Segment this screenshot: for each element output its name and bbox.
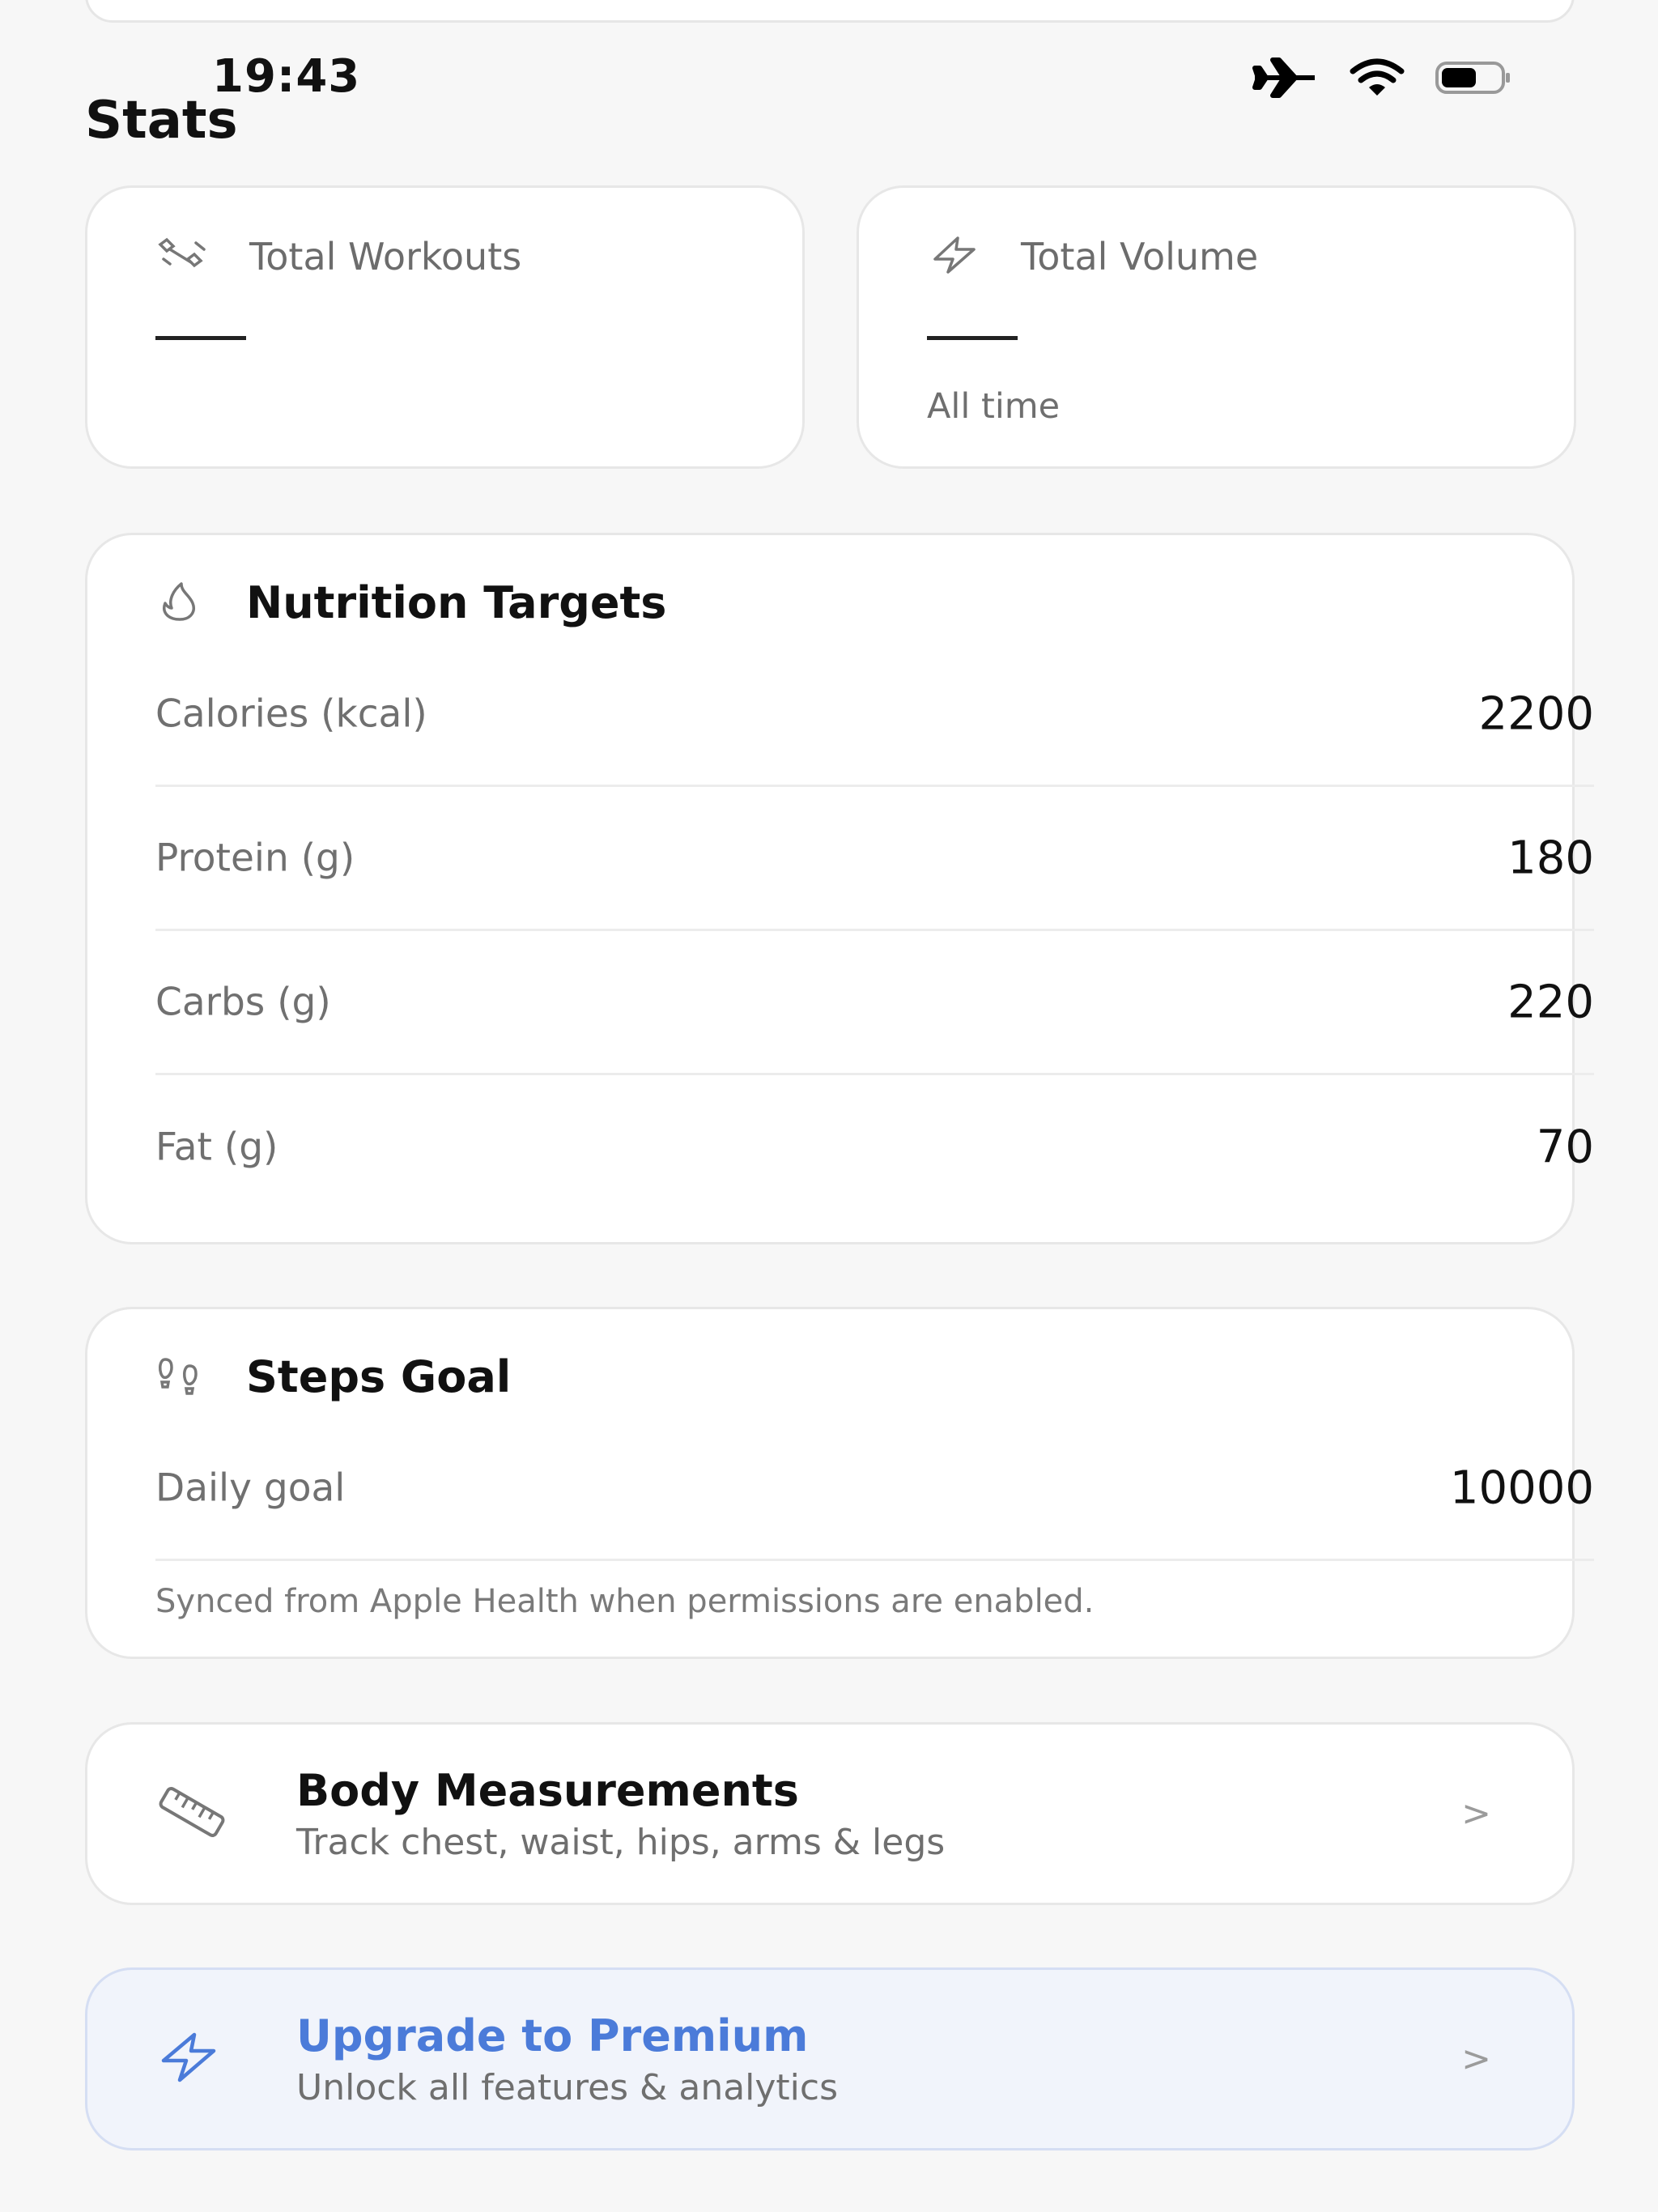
body-measurements-subtitle: Track chest, waist, hips, arms & legs — [296, 1822, 946, 1863]
lightning-icon — [927, 235, 984, 279]
upgrade-premium-title: Upgrade to Premium — [296, 2010, 809, 2061]
upgrade-premium-subtitle: Unlock all features & analytics — [296, 2067, 839, 2108]
protein-label: Protein (g) — [155, 836, 355, 880]
total-workouts-label: Total Workouts — [249, 235, 522, 279]
nutrition-row-fat[interactable]: Fat (g) 70 — [155, 1075, 1594, 1219]
steps-daily-goal-row[interactable]: Daily goal 10000 — [155, 1417, 1594, 1561]
total-volume-subtext: All time — [927, 386, 1061, 427]
upgrade-premium-link[interactable]: Upgrade to Premium Unlock all features &… — [85, 1967, 1575, 2150]
ruler-icon — [155, 1784, 228, 1844]
calories-label: Calories (kcal) — [155, 691, 427, 736]
body-measurements-title: Body Measurements — [296, 1765, 799, 1816]
status-icons — [1252, 57, 1512, 102]
fat-value[interactable]: 70 — [1537, 1121, 1594, 1174]
steps-goal-title: Steps Goal — [246, 1351, 512, 1402]
nutrition-row-carbs[interactable]: Carbs (g) 220 — [155, 931, 1594, 1075]
total-workouts-card: Total Workouts — [85, 185, 805, 469]
total-volume-card: Total Volume All time — [857, 185, 1576, 469]
previous-card-edge — [85, 0, 1575, 23]
daily-goal-value[interactable]: 10000 — [1450, 1461, 1594, 1514]
nutrition-row-calories[interactable]: Calories (kcal) 2200 — [155, 643, 1594, 787]
lightning-icon — [155, 2031, 220, 2087]
flame-icon — [155, 579, 204, 627]
calories-value[interactable]: 2200 — [1478, 687, 1594, 740]
wifi-icon — [1349, 57, 1405, 102]
nutrition-targets-card: Nutrition Targets Calories (kcal) 2200 P… — [85, 533, 1594, 1244]
daily-goal-label: Daily goal — [155, 1465, 346, 1510]
page-title: Stats — [85, 91, 238, 151]
footprints-icon — [155, 1353, 204, 1402]
steps-goal-card: Steps Goal Daily goal 10000 Synced from … — [85, 1307, 1594, 1659]
battery-icon — [1435, 57, 1512, 102]
total-volume-value — [927, 336, 1018, 340]
nutrition-row-protein[interactable]: Protein (g) 180 — [155, 787, 1594, 931]
nutrition-targets-title: Nutrition Targets — [246, 577, 667, 628]
steps-sync-note: Synced from Apple Health when permission… — [155, 1583, 1095, 1620]
airplane-mode-icon — [1252, 57, 1320, 102]
chevron-right-icon: > — [1461, 2038, 1491, 2080]
total-volume-label: Total Volume — [1021, 235, 1259, 279]
fat-label: Fat (g) — [155, 1125, 278, 1170]
protein-value[interactable]: 180 — [1507, 832, 1594, 884]
carbs-label: Carbs (g) — [155, 980, 331, 1024]
carbs-value[interactable]: 220 — [1507, 976, 1594, 1028]
chevron-right-icon: > — [1461, 1793, 1491, 1835]
total-workouts-value — [155, 336, 246, 340]
dumbbell-icon — [155, 235, 212, 279]
body-measurements-link[interactable]: Body Measurements Track chest, waist, hi… — [85, 1722, 1575, 1905]
